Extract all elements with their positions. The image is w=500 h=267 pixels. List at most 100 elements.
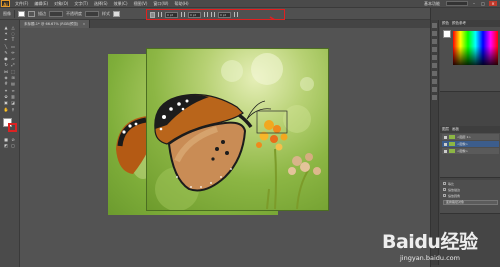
blend-tool-icon[interactable]: ∞ (10, 88, 16, 93)
screen-mode-icon[interactable]: ▢ (10, 143, 16, 148)
free-transform-tool-icon[interactable]: ⬚ (10, 69, 16, 74)
menu-select[interactable]: 选择(S) (91, 1, 111, 7)
close-tab-icon[interactable]: × (83, 22, 86, 26)
draw-mode-icon[interactable]: ◩ (3, 143, 9, 148)
document-tab[interactable]: 未标题-1* @ 66.67% (RGB/预览) × (20, 20, 91, 28)
panel-toggle-icon[interactable] (432, 55, 437, 60)
canvas[interactable] (20, 28, 430, 267)
menu-type[interactable]: 文字(T) (71, 1, 91, 7)
menu-object[interactable]: 对象(O) (51, 1, 71, 7)
visibility-icon[interactable] (444, 149, 447, 153)
hand-tool-icon[interactable]: ✋ (3, 107, 9, 112)
y-field[interactable]: 0 pt (188, 11, 201, 18)
none-mode-icon[interactable]: ⊘ (10, 137, 16, 142)
layer-row[interactable]: <图像> (442, 148, 499, 154)
style-dropdown[interactable] (113, 10, 120, 17)
gradient-tool-icon[interactable]: ▤ (10, 81, 16, 86)
paintbrush-tool-icon[interactable]: ✎ (3, 50, 9, 55)
zoom-tool-icon[interactable]: ⚲ (10, 107, 16, 112)
color-panel-fill-swatch[interactable] (443, 30, 451, 38)
search-field[interactable] (446, 1, 468, 6)
checkbox[interactable] (443, 188, 446, 191)
fill-stroke-swatches[interactable] (3, 118, 17, 133)
symbol-sprayer-tool-icon[interactable]: ✿ (3, 94, 9, 99)
panel-toggle-icon[interactable] (432, 23, 437, 28)
close-window-button[interactable]: × (489, 1, 497, 6)
tab-color[interactable]: 颜色 (442, 21, 449, 26)
opacity-dropdown[interactable] (85, 10, 99, 17)
artboard-tool-icon[interactable]: ▣ (3, 100, 9, 105)
layer-row[interactable]: <图像> (442, 141, 499, 147)
graph-tool-icon[interactable]: ▥ (10, 94, 16, 99)
workspace-label[interactable]: 基本功能 (421, 1, 443, 7)
x-field[interactable]: 0 pt (165, 11, 178, 18)
minimize-button[interactable]: – (471, 1, 477, 6)
stroke-label[interactable]: 描边 (38, 11, 46, 17)
transform-path-button[interactable]: 变换路径对象 (443, 200, 498, 205)
magic-wand-tool-icon[interactable]: ✶ (3, 31, 9, 36)
mesh-tool-icon[interactable]: # (3, 81, 9, 86)
rectangle-tool-icon[interactable]: ▭ (10, 44, 16, 49)
tab-color-guide[interactable]: 颜色参考 (452, 21, 466, 26)
line-tool-icon[interactable]: ╲ (3, 44, 9, 49)
align-left-button[interactable] (150, 11, 155, 18)
shape-builder-tool-icon[interactable]: ◈ (3, 75, 9, 80)
width-field[interactable]: 0 pt (218, 11, 231, 18)
stroke-swatch-dropdown[interactable] (28, 10, 35, 17)
layer-thumbnail (449, 135, 455, 139)
color-mode-icon[interactable]: ■ (3, 137, 9, 142)
stroke-weight-dropdown[interactable] (49, 10, 63, 17)
panel-toggle-icon[interactable] (432, 31, 437, 36)
checkbox[interactable] (443, 182, 446, 185)
menu-help[interactable]: 帮助(H) (171, 1, 191, 7)
option-row[interactable]: 等比 (443, 181, 498, 186)
slice-tool-icon[interactable]: ◪ (10, 100, 16, 105)
panel-toggle-icon[interactable] (432, 39, 437, 44)
stroke-swatch[interactable] (8, 123, 17, 133)
checkbox[interactable] (443, 194, 446, 197)
panel-toggle-icon[interactable] (432, 79, 437, 84)
panel-toggle-icon[interactable] (432, 95, 437, 100)
menu-edit[interactable]: 编辑(E) (31, 1, 51, 7)
rotate-tool-icon[interactable]: ↻ (3, 62, 9, 67)
tab-artboards[interactable]: 画板 (452, 127, 459, 132)
menu-view[interactable]: 视图(V) (131, 1, 151, 7)
transform-icon[interactable] (234, 12, 238, 17)
layer-row[interactable]: <图层 1> (442, 134, 499, 140)
fill-swatch-dropdown[interactable] (18, 10, 25, 17)
opacity-label[interactable]: 不透明度 (66, 11, 82, 17)
option-row[interactable]: 缩放描边 (443, 187, 498, 192)
lasso-tool-icon[interactable]: ◌ (10, 31, 16, 36)
panel-toggle-icon[interactable] (432, 63, 437, 68)
menu-window[interactable]: 窗口(W) (150, 1, 171, 7)
link-icon[interactable] (211, 12, 215, 17)
visibility-icon[interactable] (444, 142, 447, 146)
pencil-tool-icon[interactable]: ✏ (10, 50, 16, 55)
width-tool-icon[interactable]: ⋈ (3, 69, 9, 74)
scale-tool-icon[interactable]: ⤢ (10, 62, 16, 67)
eraser-tool-icon[interactable]: ▱ (10, 56, 16, 61)
layer-name: <图像> (457, 142, 469, 146)
type-tool-icon[interactable]: T (10, 37, 16, 42)
butterfly-image[interactable] (147, 49, 328, 210)
tab-layers[interactable]: 图层 (442, 127, 449, 132)
style-label[interactable]: 样式 (102, 11, 110, 17)
align-right-icon[interactable] (181, 12, 185, 17)
menu-file[interactable]: 文件(F) (12, 1, 31, 7)
pen-tool-icon[interactable]: ✒ (3, 37, 9, 42)
eyedropper-tool-icon[interactable]: ⌖ (3, 88, 9, 93)
maximize-button[interactable]: □ (480, 1, 486, 6)
option-row[interactable]: 缩放圆角 (443, 193, 498, 198)
direct-selection-tool-icon[interactable]: △ (10, 25, 16, 30)
panel-toggle-icon[interactable] (432, 47, 437, 52)
perspective-grid-tool-icon[interactable]: ⊞ (10, 75, 16, 80)
color-spectrum[interactable] (453, 31, 498, 65)
panel-toggle-icon[interactable] (432, 87, 437, 92)
distribute-icon[interactable] (204, 12, 208, 17)
visibility-icon[interactable] (444, 135, 447, 139)
menu-effect[interactable]: 效果(C) (111, 1, 131, 7)
panel-toggle-icon[interactable] (432, 71, 437, 76)
align-center-icon[interactable] (158, 12, 162, 17)
selection-tool-icon[interactable]: ▲ (3, 25, 9, 30)
blob-brush-tool-icon[interactable]: ● (3, 56, 9, 61)
